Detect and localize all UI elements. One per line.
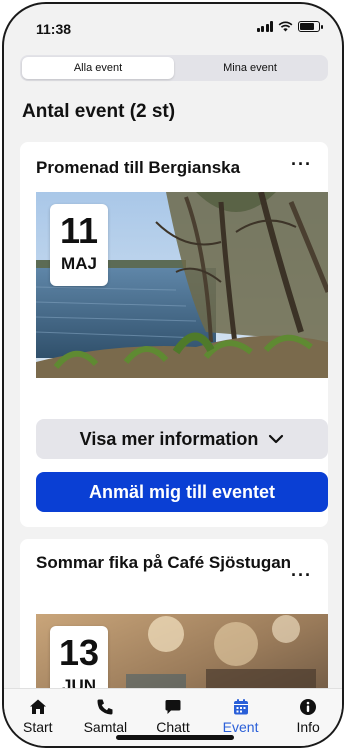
event-filter-segmented-control: Alla event Mina event <box>20 55 328 81</box>
status-icons <box>256 21 323 32</box>
chevron-down-icon <box>269 434 284 444</box>
info-icon <box>300 699 317 715</box>
chat-bubble-icon <box>165 700 181 714</box>
segment-all-events[interactable]: Alla event <box>22 57 174 79</box>
event-date-badge: 11 MAJ <box>50 204 108 286</box>
status-bar: 11:38 <box>4 4 342 48</box>
status-time: 11:38 <box>36 21 72 37</box>
show-more-info-button[interactable]: Visa mer information <box>36 419 328 459</box>
segment-my-events[interactable]: Mina event <box>174 57 326 79</box>
battery-icon <box>298 21 323 32</box>
event-date-day: 11 <box>59 210 99 251</box>
event-count-heading: Antal event (2 st) <box>22 101 176 122</box>
cellular-signal-icon <box>256 21 273 32</box>
tab-label: Samtal <box>83 719 128 735</box>
event-title: Sommar fika på Café Sjöstugan <box>36 553 292 572</box>
more-options-icon[interactable]: ··· <box>291 154 312 175</box>
tab-info[interactable]: Info <box>274 689 342 746</box>
tab-label: Event <box>222 719 259 735</box>
event-title: Promenad till Bergianska <box>36 158 241 177</box>
tab-label: Chatt <box>156 719 190 735</box>
wifi-icon <box>278 21 293 32</box>
event-card: Promenad till Bergianska ··· 11 MAJ Visa… <box>20 142 328 527</box>
phone-frame: 11:38 Alla event Mina event Antal event … <box>2 2 344 748</box>
event-image: 11 MAJ <box>36 192 328 378</box>
show-more-info-label: Visa mer information <box>79 428 259 449</box>
tab-label: Start <box>23 719 53 735</box>
event-date-month: MAJ <box>61 254 97 273</box>
phone-icon <box>97 699 113 715</box>
tab-label: Info <box>296 719 320 735</box>
event-date-day: 13 <box>58 632 100 673</box>
more-options-icon[interactable]: ··· <box>291 565 312 586</box>
tab-start[interactable]: Start <box>4 689 72 746</box>
signup-event-button[interactable]: Anmäl mig till eventet <box>36 472 328 512</box>
home-icon <box>29 699 46 714</box>
home-indicator <box>116 735 234 740</box>
calendar-icon <box>233 699 248 715</box>
